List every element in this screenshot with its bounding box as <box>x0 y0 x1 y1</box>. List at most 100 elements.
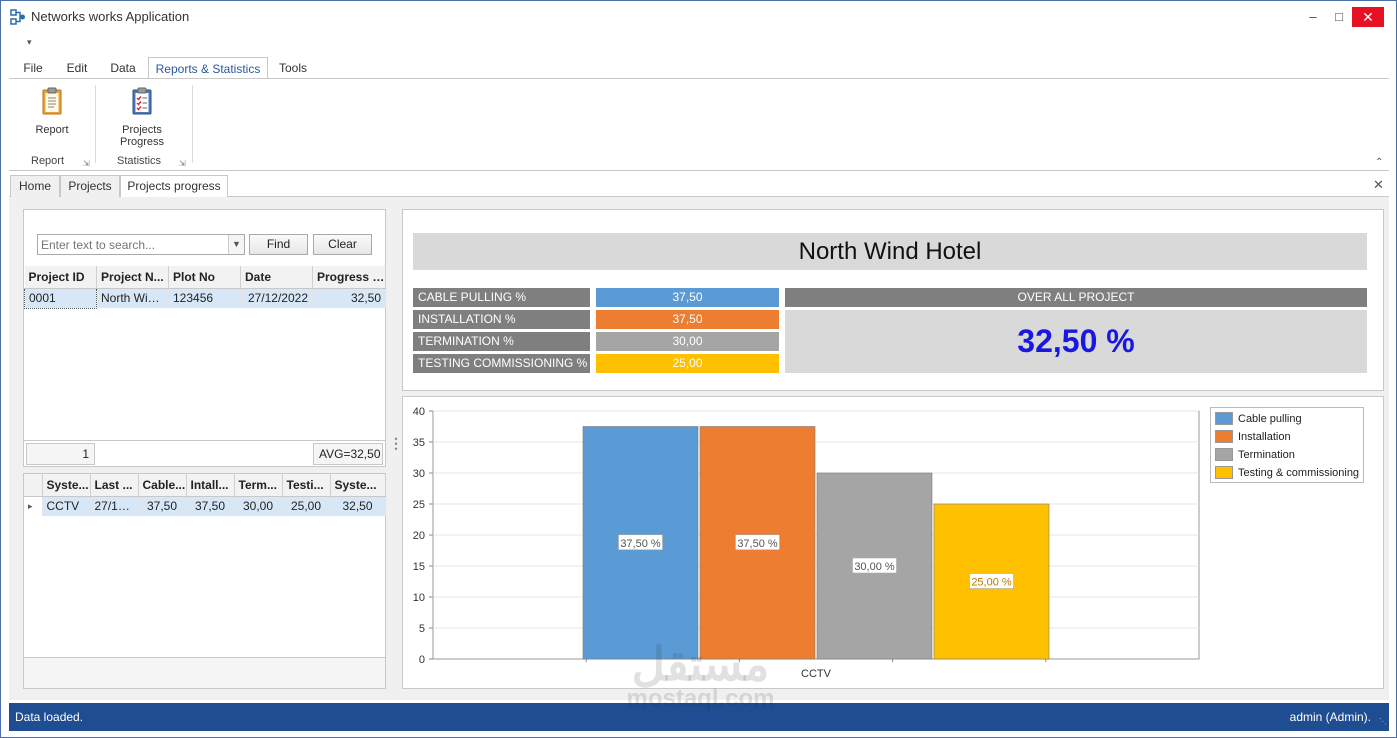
doc-tab-home[interactable]: Home <box>10 175 60 197</box>
ribbon-group-statistics-label: Statistics <box>117 155 162 167</box>
maximize-button[interactable]: □ <box>1327 7 1351 27</box>
doc-tab-projects[interactable]: Projects <box>60 175 120 197</box>
find-button[interactable]: Find <box>249 234 308 255</box>
column-header-cable[interactable]: Cable... <box>138 474 187 497</box>
legend-item-installation: Installation <box>1211 428 1363 446</box>
cell-termination[interactable]: 30,00 <box>234 496 283 516</box>
clear-button[interactable]: Clear <box>313 234 372 255</box>
y-tick-label: 15 <box>413 561 425 573</box>
minimize-button[interactable]: – <box>1301 7 1325 27</box>
cell-plot-no[interactable]: 123456 <box>168 288 241 308</box>
cell-last-update[interactable]: 27/12... <box>90 496 139 516</box>
ribbon-group-report-label: Report <box>31 155 65 167</box>
column-header-progress[interactable]: Progress (... <box>312 266 386 289</box>
metric-label-testing-commissioning: TESTING COMMISSIONING % <box>413 354 590 373</box>
column-header-system-total[interactable]: Syste... <box>330 474 386 497</box>
close-window-button[interactable]: ✕ <box>1352 7 1384 27</box>
column-header-termination[interactable]: Term... <box>234 474 283 497</box>
projects-progress-button[interactable]: Projects Progress <box>111 85 173 148</box>
ribbon-group-report: Report Report ⇲ <box>9 79 95 170</box>
cell-progress[interactable]: 32,50 <box>312 288 386 308</box>
y-tick-label: 5 <box>419 623 425 635</box>
column-header-testing[interactable]: Testi... <box>282 474 331 497</box>
y-tick-label: 30 <box>413 468 425 480</box>
status-message: Data loaded. <box>15 710 84 724</box>
column-header-project-name[interactable]: Project N... <box>96 266 169 289</box>
ribbon-tabs: File Edit Data Reports & Statistics Tool… <box>9 57 1389 79</box>
app-window: Networks works Application – □ ✕ ▾ File … <box>0 0 1397 738</box>
status-user: admin (Admin). <box>1289 710 1371 724</box>
report-group-launcher-icon[interactable]: ⇲ <box>83 159 90 168</box>
table-row[interactable]: ▸ CCTV 27/12... 37,50 37,50 30,00 25,00 … <box>24 496 386 516</box>
tab-tools[interactable]: Tools <box>273 57 313 79</box>
data-label: 37,50 % <box>737 538 778 550</box>
tab-file[interactable]: File <box>13 57 53 79</box>
metric-label-termination: TERMINATION % <box>413 332 590 351</box>
statistics-group-launcher-icon[interactable]: ⇲ <box>179 159 186 168</box>
summary-panel: North Wind Hotel CABLE PULLING % 37,50 I… <box>402 209 1384 391</box>
legend-label: Termination <box>1238 449 1295 461</box>
legend-swatch <box>1215 430 1233 443</box>
column-header-plot-no[interactable]: Plot No <box>168 266 241 289</box>
cell-project-id[interactable]: 0001 <box>24 287 97 309</box>
search-input-wrapper: ▼ <box>37 234 245 255</box>
splitter-handle[interactable]: • • • <box>393 435 399 454</box>
cell-testing[interactable]: 25,00 <box>282 496 331 516</box>
legend-swatch <box>1215 412 1233 425</box>
legend-item-termination: Termination <box>1211 446 1363 464</box>
column-header-last-update[interactable]: Last ... <box>90 474 139 497</box>
app-logo-icon <box>10 9 25 25</box>
window-title: Networks works Application <box>31 9 190 24</box>
table-row[interactable]: 0001 North Win... 123456 27/12/2022 32,5… <box>24 287 386 309</box>
column-header-installation[interactable]: Intall... <box>186 474 235 497</box>
legend-label: Cable pulling <box>1238 413 1302 425</box>
tab-edit[interactable]: Edit <box>57 57 97 79</box>
quick-access-toolbar-dropdown[interactable]: ▾ <box>27 37 32 48</box>
systems-grid-header: Syste... Last ... Cable... Intall... Ter… <box>24 474 386 497</box>
projects-progress-label-line1: Projects <box>122 124 162 136</box>
y-tick-label: 40 <box>413 406 425 418</box>
column-header-project-id[interactable]: Project ID <box>24 266 97 289</box>
cell-date[interactable]: 27/12/2022 <box>240 288 313 308</box>
y-tick-label: 10 <box>413 592 425 604</box>
data-label: 37,50 % <box>620 538 661 550</box>
y-tick-label: 0 <box>419 654 425 666</box>
search-input[interactable] <box>38 235 228 254</box>
cell-system-total[interactable]: 32,50 <box>330 496 386 516</box>
document-tabs: Home Projects Projects progress ✕ <box>9 173 1389 198</box>
systems-panel: Syste... Last ... Cable... Intall... Ter… <box>23 473 386 689</box>
report-button[interactable]: Report <box>23 85 81 136</box>
ribbon-group-separator <box>95 85 96 163</box>
legend-swatch <box>1215 466 1233 479</box>
row-indicator-icon[interactable]: ▸ <box>24 496 43 516</box>
row-indicator-header <box>24 474 43 497</box>
cell-project-name[interactable]: North Win... <box>96 288 169 308</box>
resize-grip-icon[interactable]: ⋱ <box>1379 717 1387 726</box>
column-header-date[interactable]: Date <box>240 266 313 289</box>
cell-system[interactable]: CCTV <box>42 496 91 516</box>
y-tick-label: 35 <box>413 437 425 449</box>
ribbon-group-separator <box>192 85 193 163</box>
progress-bar-chart: 0 5 10 15 20 25 30 35 40 37,50 % 37,50 % 30,00 % 25,… <box>413 406 1200 680</box>
search-history-dropdown-icon[interactable]: ▼ <box>228 235 244 254</box>
metric-label-cable-pulling: CABLE PULLING % <box>413 288 590 307</box>
cell-cable[interactable]: 37,50 <box>138 496 187 516</box>
cell-installation[interactable]: 37,50 <box>186 496 235 516</box>
column-header-system[interactable]: Syste... <box>42 474 91 497</box>
close-document-icon[interactable]: ✕ <box>1373 177 1384 193</box>
tab-data[interactable]: Data <box>103 57 143 79</box>
chart-panel: 0 5 10 15 20 25 30 35 40 37,50 % 37,50 % 30,00 % 25,… <box>402 396 1384 689</box>
report-button-label: Report <box>35 124 69 136</box>
legend-label: Testing & commissioning <box>1238 467 1360 479</box>
metric-value-installation: 37,50 <box>596 310 779 329</box>
systems-grid: Syste... Last ... Cable... Intall... Ter… <box>24 474 386 516</box>
data-label: 25,00 % <box>971 577 1012 589</box>
y-tick-label: 20 <box>413 530 425 542</box>
tab-reports-statistics[interactable]: Reports & Statistics <box>148 57 268 79</box>
metric-value-cable-pulling: 37,50 <box>596 288 779 307</box>
collapse-ribbon-icon[interactable]: ⌃ <box>1375 157 1383 168</box>
clipboard-report-icon <box>42 87 62 115</box>
legend-item-cable-pulling: Cable pulling <box>1211 410 1363 428</box>
projects-grid-header: Project ID Project N... Plot No Date Pro… <box>24 266 386 289</box>
doc-tab-projects-progress[interactable]: Projects progress <box>120 175 228 198</box>
